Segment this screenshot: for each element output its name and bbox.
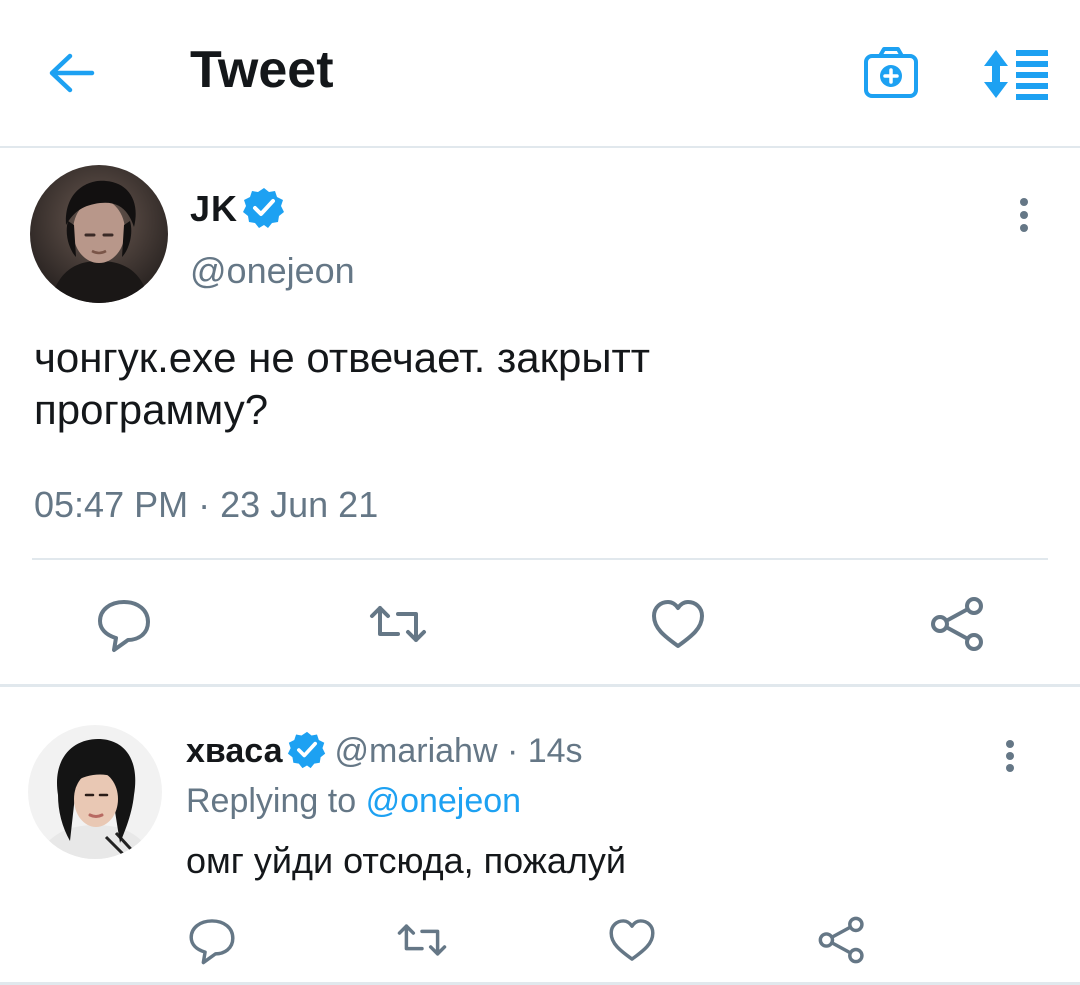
tweet-text-line: программу? xyxy=(34,386,269,433)
retweet-icon xyxy=(397,924,447,956)
camera-add-icon xyxy=(864,47,918,98)
replying-to: Replying to @onejeon xyxy=(186,782,521,821)
like-button[interactable] xyxy=(646,594,710,654)
reply-button[interactable] xyxy=(92,594,156,654)
page-title: Tweet xyxy=(190,41,334,99)
reply-icon xyxy=(98,600,150,652)
profile-photo xyxy=(28,725,162,859)
section-divider xyxy=(0,684,1080,687)
share-icon xyxy=(931,597,983,651)
verified-badge-icon xyxy=(287,730,327,770)
reply-header: хваса @mariahw · 14s xyxy=(186,730,583,771)
more-vertical-icon xyxy=(1020,198,1028,232)
profile-photo xyxy=(30,165,168,303)
arrow-left-icon xyxy=(49,53,95,93)
more-vertical-icon xyxy=(1006,740,1014,772)
divider xyxy=(32,558,1048,560)
share-button[interactable] xyxy=(814,914,870,966)
sort-button[interactable] xyxy=(982,46,1052,102)
replying-prefix: Replying to xyxy=(186,782,357,820)
share-button[interactable] xyxy=(926,594,990,654)
tweet-text: чонгук.exe не отвечает. закрытт программ… xyxy=(34,332,1034,436)
tweet-text-line: чонгук.exe не отвечает. закрытт xyxy=(34,334,651,381)
more-options-button[interactable] xyxy=(992,732,1028,780)
sort-list-icon xyxy=(984,50,1048,100)
reply-text: омг уйди отсюда, пожалуй xyxy=(186,840,627,881)
retweet-button[interactable] xyxy=(394,914,450,966)
author-handle[interactable]: @onejeon xyxy=(190,250,355,292)
avatar[interactable] xyxy=(30,165,168,303)
like-icon xyxy=(652,600,704,648)
retweet-button[interactable] xyxy=(366,594,430,654)
replying-to-link[interactable]: @onejeon xyxy=(366,782,522,820)
more-options-button[interactable] xyxy=(1004,190,1044,240)
reply-time: · 14s xyxy=(506,732,583,770)
camera-button[interactable] xyxy=(862,44,920,102)
back-button[interactable] xyxy=(44,48,100,98)
author-handle[interactable]: @mariahw xyxy=(335,732,498,770)
like-icon xyxy=(609,919,655,961)
reply-button[interactable] xyxy=(184,914,240,966)
like-button[interactable] xyxy=(604,914,660,966)
author-name[interactable]: JK xyxy=(190,188,238,230)
reply-icon xyxy=(189,919,235,965)
tweet-timestamp: 05:47 PM · 23 Jun 21 xyxy=(34,484,379,525)
retweet-icon xyxy=(370,606,426,642)
verified-badge-icon xyxy=(242,186,286,230)
share-icon xyxy=(818,916,864,964)
author-name[interactable]: хваса xyxy=(186,732,283,770)
avatar[interactable] xyxy=(28,725,162,859)
